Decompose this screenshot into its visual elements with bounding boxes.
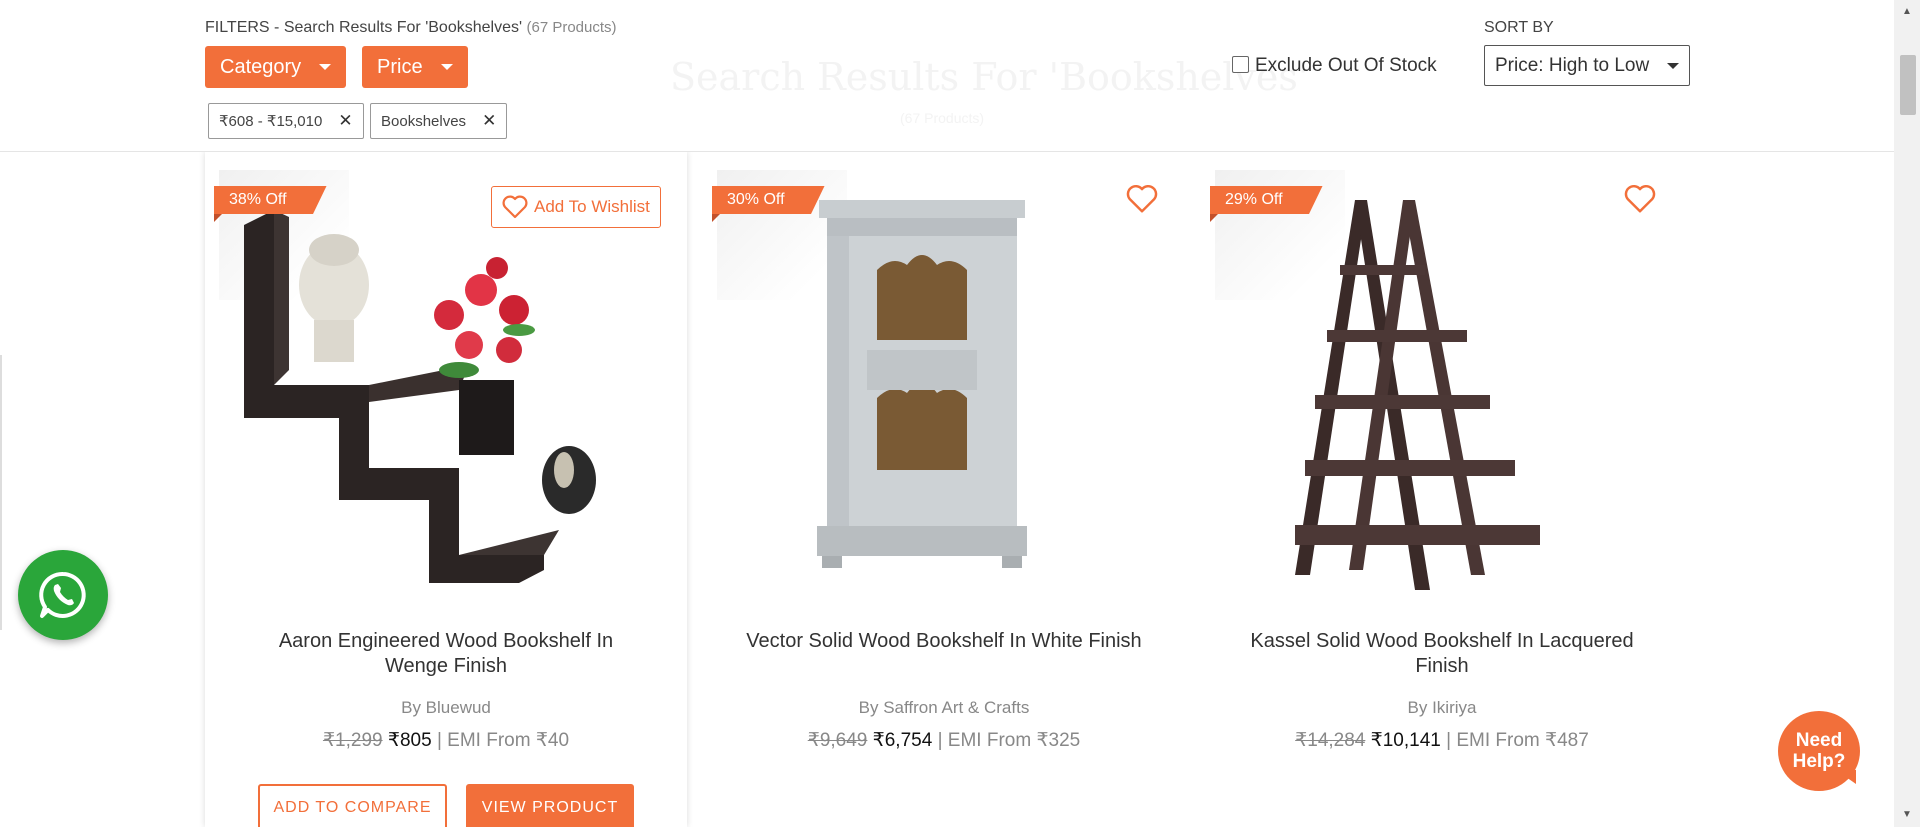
wishlist-heart-button[interactable] — [1624, 184, 1658, 218]
sort-selected-value: Price: High to Low — [1495, 54, 1650, 76]
ladder-shelf-illustration — [1295, 200, 1540, 590]
active-filter-chip-price[interactable]: ₹608 - ₹15,010 ✕ — [208, 103, 364, 139]
heart-icon — [502, 195, 528, 219]
scrollbar-thumb[interactable] — [1900, 55, 1916, 115]
heart-icon — [1126, 184, 1158, 213]
product-name[interactable]: Kassel Solid Wood Bookshelf In Lacquered… — [1241, 629, 1643, 679]
scroll-up-arrow-icon[interactable]: ▲ — [1894, 0, 1920, 24]
sort-by-label: SORT BY — [1484, 19, 1554, 36]
discount-badge: 38% Off — [214, 186, 327, 214]
emi-text: | EMI From ₹487 — [1446, 730, 1589, 751]
product-image[interactable] — [717, 170, 1157, 600]
view-product-button[interactable]: VIEW PRODUCT — [466, 784, 634, 827]
cabinet-illustration — [817, 200, 1027, 568]
product-price: ₹1,299 ₹805 | EMI From ₹40 — [205, 729, 687, 752]
price-dropdown[interactable]: Price — [362, 46, 468, 88]
caret-down-icon — [319, 64, 332, 70]
mrp-price: ₹1,299 — [322, 730, 383, 751]
sale-price: ₹805 — [387, 730, 432, 751]
sort-select[interactable]: Price: High to Low — [1484, 45, 1690, 86]
product-card[interactable]: 29% Off Kassel Solid Wood Bookshelf In L… — [1201, 152, 1683, 827]
whatsapp-icon — [39, 571, 86, 618]
caret-down-icon — [1667, 62, 1679, 69]
product-brand: By Saffron Art & Crafts — [858, 698, 1030, 717]
exclude-out-of-stock-toggle[interactable]: Exclude Out Of Stock — [1232, 55, 1437, 77]
page-title-ghost: Search Results For 'Bookshelves' — [670, 55, 1309, 99]
category-dropdown[interactable]: Category — [205, 46, 347, 88]
wishlist-heart-button[interactable] — [1126, 184, 1160, 218]
discount-badge-fold — [1210, 214, 1218, 222]
emi-text: | EMI From ₹40 — [436, 730, 570, 751]
exclude-out-of-stock-checkbox[interactable] — [1232, 55, 1249, 73]
close-icon[interactable]: ✕ — [338, 111, 352, 131]
sale-price: ₹6,754 — [872, 730, 933, 751]
price-dropdown-label: Price — [377, 55, 423, 78]
product-image[interactable] — [1215, 170, 1655, 600]
heart-icon — [1624, 184, 1656, 213]
left-edge-divider — [0, 355, 2, 630]
product-card[interactable]: 38% Off Add To Wishlist Aaron Engineered… — [205, 152, 687, 827]
category-dropdown-label: Category — [220, 55, 302, 78]
sale-price: ₹10,141 — [1370, 730, 1441, 751]
vertical-scrollbar[interactable]: ▲ ▼ — [1894, 0, 1920, 827]
product-price: ₹9,649 ₹6,754 | EMI From ₹325 — [703, 729, 1185, 752]
discount-badge-fold — [712, 214, 720, 222]
exclude-out-of-stock-label: Exclude Out Of Stock — [1255, 55, 1437, 76]
emi-text: | EMI From ₹325 — [937, 730, 1081, 751]
product-name[interactable]: Vector Solid Wood Bookshelf In White Fin… — [743, 629, 1145, 654]
add-to-wishlist-button[interactable]: Add To Wishlist — [491, 186, 661, 228]
whatsapp-chat-button[interactable] — [18, 550, 108, 640]
results-count: (67 Products) — [526, 19, 617, 36]
discount-badge-fold — [214, 214, 222, 222]
filters-heading: FILTERS - Search Results For 'Bookshelve… — [205, 19, 617, 37]
product-image[interactable] — [219, 170, 659, 600]
product-brand: By Ikiriya — [1407, 698, 1477, 717]
chip-label: Bookshelves — [381, 112, 467, 130]
discount-badge: 29% Off — [1210, 186, 1323, 214]
filters-heading-text: FILTERS - Search Results For 'Bookshelve… — [205, 19, 523, 36]
need-help-bubble-tail — [1836, 770, 1856, 784]
active-filter-chip-category[interactable]: Bookshelves ✕ — [370, 103, 508, 139]
close-icon[interactable]: ✕ — [482, 111, 496, 131]
product-card[interactable]: 30% Off Vector Solid Wood Bookshelf In W… — [703, 152, 1185, 827]
page-subtitle-ghost: (67 Products) — [900, 110, 985, 126]
filter-bar: Search Results For 'Bookshelves' (67 Pro… — [0, 0, 1894, 152]
discount-badge: 30% Off — [712, 186, 825, 214]
scroll-down-arrow-icon[interactable]: ▼ — [1894, 803, 1920, 827]
chip-label: ₹608 - ₹15,010 — [219, 113, 323, 130]
add-to-compare-button[interactable]: ADD TO COMPARE — [258, 784, 447, 827]
stair-shelf-illustration — [244, 210, 596, 583]
product-price: ₹14,284 ₹10,141 | EMI From ₹487 — [1201, 729, 1683, 752]
caret-down-icon — [440, 64, 453, 70]
add-to-wishlist-label: Add To Wishlist — [534, 197, 650, 216]
mrp-price: ₹9,649 — [807, 730, 868, 751]
product-name[interactable]: Aaron Engineered Wood Bookshelf In Wenge… — [245, 629, 647, 679]
product-brand: By Bluewud — [401, 698, 491, 717]
mrp-price: ₹14,284 — [1295, 730, 1366, 751]
